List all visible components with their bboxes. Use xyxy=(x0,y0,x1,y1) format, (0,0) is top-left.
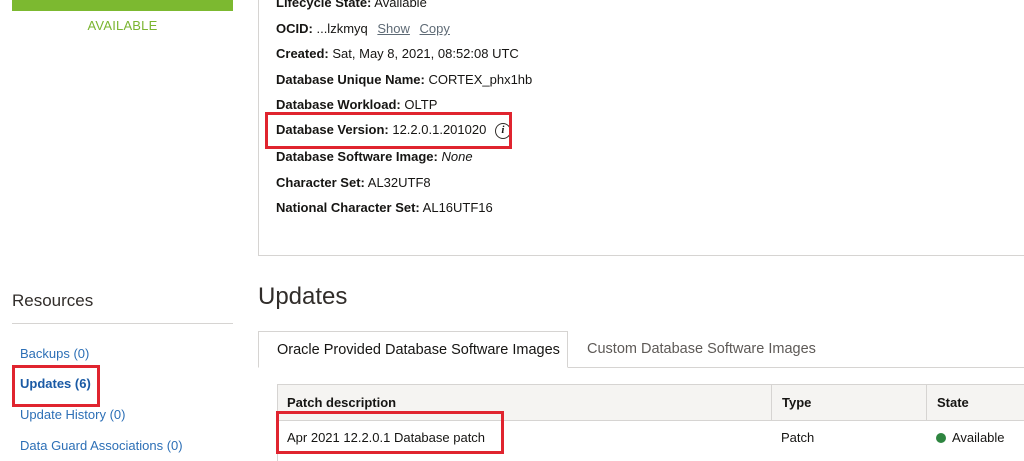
row-patch-state: Available xyxy=(936,430,1005,445)
col-header-state[interactable]: State xyxy=(937,385,969,421)
resource-link-update-history[interactable]: Update History (0) xyxy=(20,407,125,422)
tab-custom-images[interactable]: Custom Database Software Images xyxy=(569,331,834,368)
resource-link-data-guard-associations[interactable]: Data Guard Associations (0) xyxy=(20,438,183,453)
highlight-updates-link xyxy=(12,365,100,407)
info-ncharset-value: AL16UTF16 xyxy=(422,200,493,215)
lifecycle-status-bar xyxy=(12,0,233,11)
col-header-type[interactable]: Type xyxy=(782,385,811,421)
column-divider xyxy=(926,385,927,421)
info-created-value: Sat, May 8, 2021, 08:52:08 UTC xyxy=(332,46,519,61)
info-ocid-key: OCID: xyxy=(276,21,313,36)
info-database-workload: Database Workload: OLTP xyxy=(276,97,437,112)
row-patch-state-label: Available xyxy=(952,430,1005,445)
info-ocid: OCID: ...lzkmyq Show Copy xyxy=(276,21,450,36)
info-database-unique-name: Database Unique Name: CORTEX_phx1hb xyxy=(276,72,532,87)
info-unique-name-value: CORTEX_phx1hb xyxy=(428,72,533,87)
resources-divider xyxy=(12,323,233,324)
info-lifecycle-state-value: Available xyxy=(374,0,427,10)
info-software-image-value: None xyxy=(441,149,473,164)
info-lifecycle-state: Lifecycle State: Available xyxy=(276,0,427,10)
info-ocid-value: ...lzkmyq xyxy=(316,21,368,36)
info-created-key: Created: xyxy=(276,46,329,61)
state-available-dot-icon xyxy=(936,433,946,443)
info-national-character-set: National Character Set: AL16UTF16 xyxy=(276,200,493,215)
info-charset-value: AL32UTF8 xyxy=(367,175,431,190)
updates-section-title: Updates xyxy=(258,283,348,310)
row-patch-type: Patch xyxy=(781,430,815,445)
ocid-copy-link[interactable]: Copy xyxy=(420,21,450,36)
info-unique-name-key: Database Unique Name: xyxy=(276,72,425,87)
tab-oracle-provided-images[interactable]: Oracle Provided Database Software Images xyxy=(258,331,568,368)
ocid-show-link[interactable]: Show xyxy=(377,21,410,36)
info-workload-key: Database Workload: xyxy=(276,97,401,112)
info-ncharset-key: National Character Set: xyxy=(276,200,420,215)
lifecycle-status-label: AVAILABLE xyxy=(87,18,158,33)
resources-title: Resources xyxy=(12,291,94,310)
column-divider xyxy=(771,385,772,421)
resource-link-backups[interactable]: Backups (0) xyxy=(20,346,89,361)
highlight-patch-row xyxy=(276,411,504,454)
highlight-database-version xyxy=(265,112,512,149)
info-created: Created: Sat, May 8, 2021, 08:52:08 UTC xyxy=(276,46,519,61)
info-charset-key: Character Set: xyxy=(276,175,365,190)
info-lifecycle-state-key: Lifecycle State: xyxy=(276,0,372,10)
info-workload-value: OLTP xyxy=(404,97,438,112)
info-character-set: Character Set: AL32UTF8 xyxy=(276,175,431,190)
info-software-image-key: Database Software Image: xyxy=(276,149,438,164)
info-database-software-image: Database Software Image: None xyxy=(276,149,473,164)
